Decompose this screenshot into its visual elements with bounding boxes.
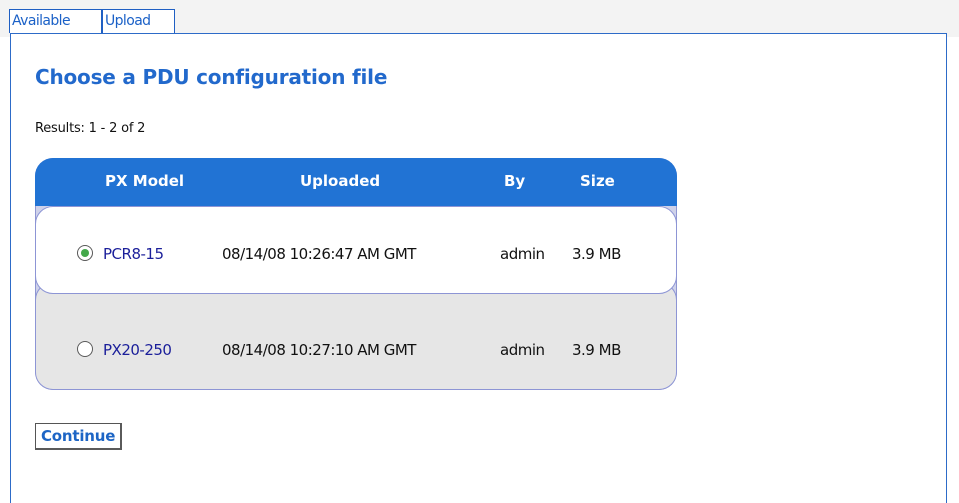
table-row[interactable]: PCR8-15 08/14/08 10:26:47 AM GMT admin 3… [35, 206, 677, 294]
table-row[interactable]: PX20-250 08/14/08 10:27:10 AM GMT admin … [35, 282, 677, 390]
page-title: Choose a PDU configuration file [35, 65, 388, 89]
row-content: PX20-250 08/14/08 10:27:10 AM GMT admin … [36, 339, 677, 363]
header-size: Size [580, 172, 615, 190]
continue-button[interactable]: Continue [35, 423, 123, 450]
table-header: PX Model Uploaded By Size [35, 158, 677, 206]
header-uploaded: Uploaded [300, 172, 381, 190]
uploaded-date: 08/14/08 10:26:47 AM GMT [222, 245, 416, 263]
uploaded-date: 08/14/08 10:27:10 AM GMT [222, 341, 416, 359]
uploaded-by: admin [500, 245, 545, 263]
uploaded-by: admin [500, 341, 545, 359]
main-panel: Choose a PDU configuration file Results:… [10, 33, 947, 503]
file-size: 3.9 MB [572, 245, 621, 263]
file-size: 3.9 MB [572, 341, 621, 359]
px-model-link[interactable]: PX20-250 [103, 341, 172, 359]
config-file-table: PX Model Uploaded By Size PX20-250 08/14… [35, 158, 677, 390]
header-by: By [504, 172, 526, 190]
px-model-link[interactable]: PCR8-15 [103, 245, 164, 263]
radio-button[interactable] [77, 341, 93, 357]
tab-bar: Available Upload [0, 0, 959, 37]
tab-available[interactable]: Available [9, 9, 102, 33]
row-content: PCR8-15 08/14/08 10:26:47 AM GMT admin 3… [36, 243, 677, 267]
tab-upload[interactable]: Upload [102, 9, 175, 33]
radio-button-selected[interactable] [77, 245, 93, 261]
results-count: Results: 1 - 2 of 2 [35, 121, 146, 136]
header-px-model: PX Model [105, 172, 185, 190]
